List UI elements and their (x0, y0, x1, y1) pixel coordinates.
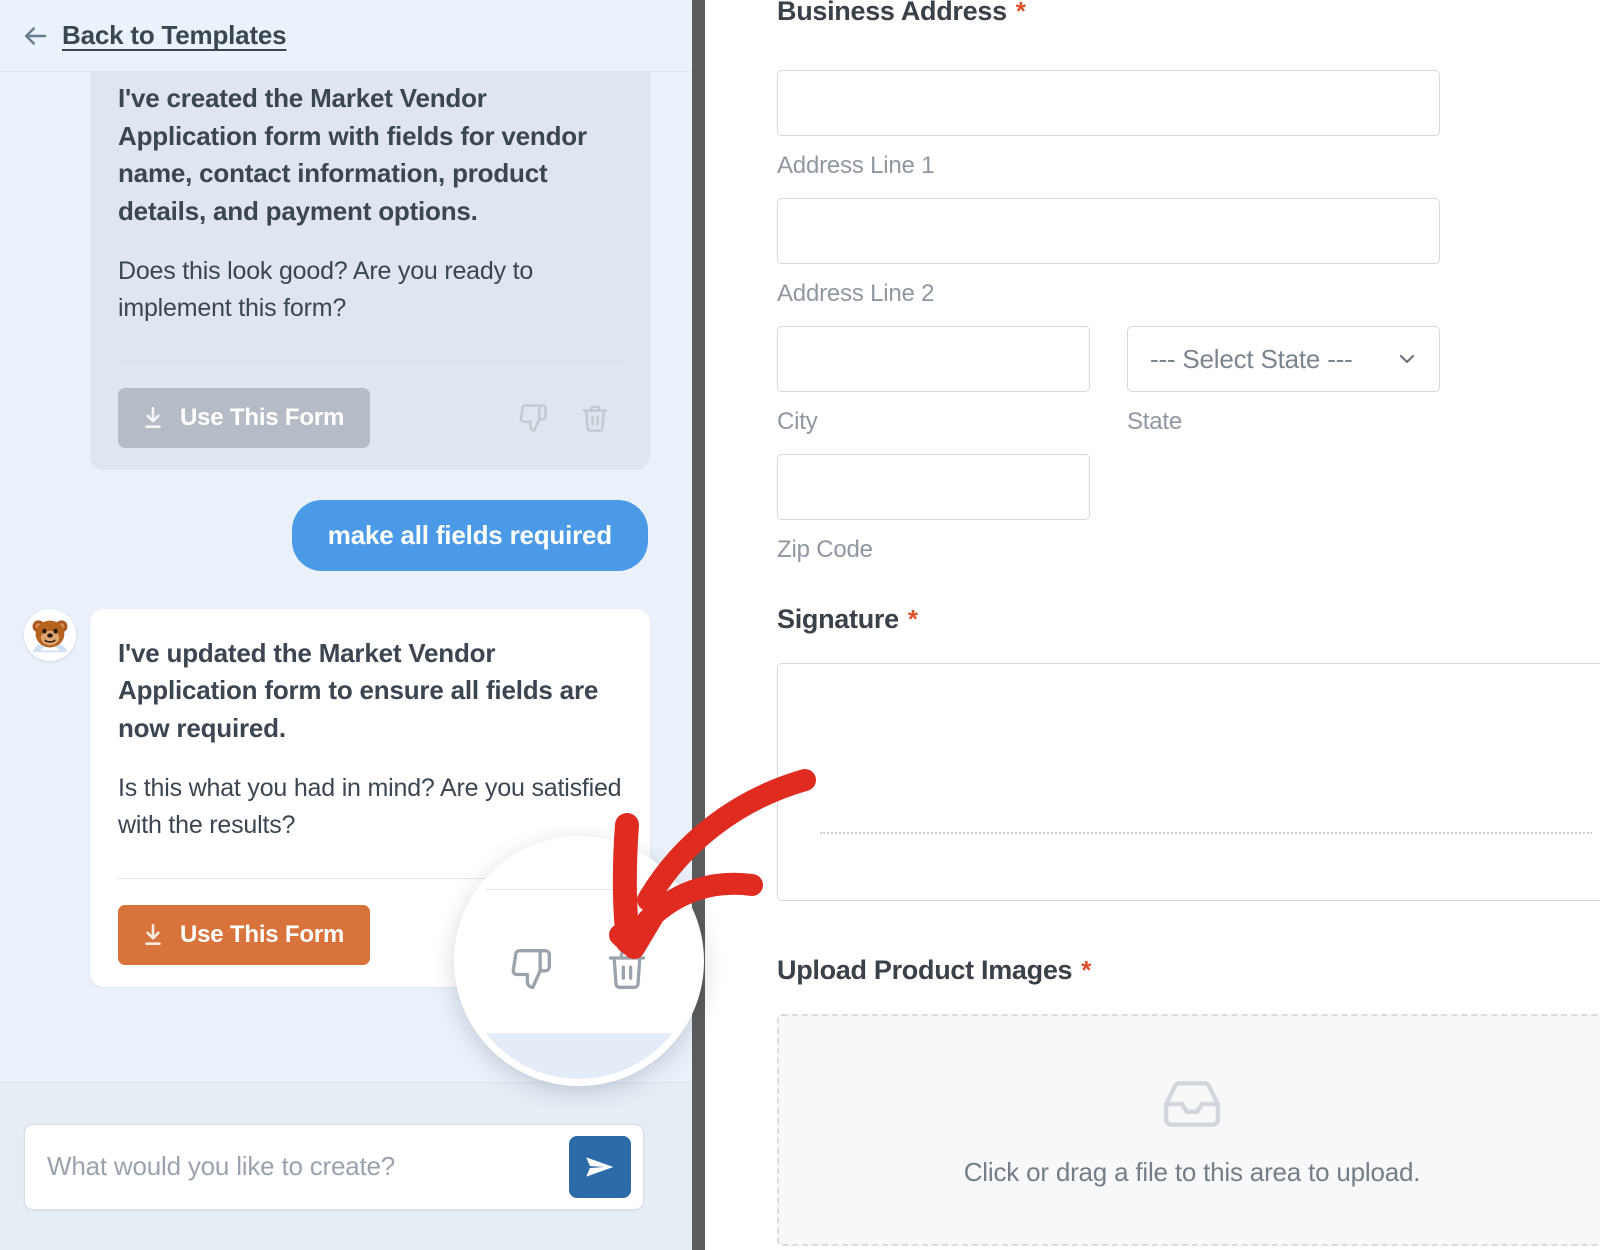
back-to-templates-link[interactable]: Back to Templates (62, 20, 287, 51)
chat-composer (0, 1082, 692, 1250)
field-label-text: Signature (777, 604, 899, 634)
field-label: Signature * (777, 604, 1600, 635)
message-body-text: Does this look good? Are you ready to im… (118, 256, 534, 322)
field-signature: Signature * (777, 604, 1600, 901)
trash-icon[interactable] (605, 947, 649, 991)
state-select-value: --- Select State --- (1150, 343, 1353, 374)
thumbs-down-icon[interactable] (516, 401, 550, 435)
form-preview-panel: Business Address * Address Line 1 Addres… (705, 0, 1600, 1250)
use-this-form-button[interactable]: Use This Form (118, 904, 371, 965)
zip-code-label: Zip Code (777, 536, 873, 563)
zip-code-input[interactable] (777, 454, 1090, 520)
field-upload-product-images: Upload Product Images * Click or drag a … (777, 955, 1600, 1246)
state-select[interactable]: --- Select State --- (1127, 326, 1440, 392)
state-label: State (1127, 408, 1183, 435)
download-icon (140, 922, 166, 948)
magnified-panel-background (461, 1033, 697, 1079)
field-label-text: Upload Product Images (777, 955, 1073, 985)
message-body-text: Is this what you had in mind? Are you sa… (118, 773, 622, 839)
send-icon (583, 1150, 617, 1184)
mascot-bear-icon (32, 620, 68, 652)
user-message-row: make all fields required (0, 499, 692, 571)
divider-line (118, 360, 622, 362)
address-line-1-label: Address Line 1 (777, 152, 935, 179)
city-state-row: City --- Select State --- State (777, 326, 1440, 436)
message-bubble: I've created the Market Vendor Applicati… (90, 72, 650, 470)
city-input[interactable] (777, 326, 1090, 392)
use-this-form-label: Use This Form (180, 403, 345, 431)
city-label: City (777, 408, 818, 435)
field-label-text: Business Address (777, 0, 1007, 26)
message-lead-text: I've created the Market Vendor Applicati… (118, 83, 587, 227)
inbox-icon (1161, 1073, 1223, 1135)
required-asterisk: * (907, 604, 918, 634)
field-label: Upload Product Images * (777, 955, 1600, 986)
avatar (24, 608, 76, 661)
use-this-form-label: Use This Form (180, 920, 345, 948)
use-this-form-button[interactable]: Use This Form (118, 387, 371, 448)
app-root: Back to Templates I've created the Marke… (0, 0, 1600, 1250)
feedback-actions (516, 401, 622, 435)
chevron-down-icon (1395, 347, 1419, 371)
message-lead-text: I've updated the Market Vendor Applicati… (118, 637, 599, 744)
required-asterisk: * (1081, 955, 1092, 985)
magnified-divider-line (461, 889, 697, 890)
dropzone-text: Click or drag a file to this area to upl… (963, 1156, 1421, 1187)
required-asterisk: * (1015, 0, 1026, 26)
chat-input[interactable] (25, 1151, 569, 1182)
signature-baseline (820, 832, 1592, 834)
magnified-feedback-actions (461, 947, 697, 991)
address-line-2-label: Address Line 2 (777, 280, 935, 307)
state-group: --- Select State --- State (1127, 326, 1440, 436)
city-group: City (777, 326, 1090, 436)
address-line-1-input[interactable] (777, 70, 1440, 136)
composer-box (24, 1123, 644, 1210)
download-icon (140, 405, 166, 431)
thumbs-down-icon[interactable] (509, 947, 553, 991)
address-line-2-input[interactable] (777, 198, 1440, 264)
trash-icon[interactable] (578, 401, 612, 435)
signature-canvas[interactable] (777, 663, 1600, 901)
magnifier-content (461, 843, 697, 1079)
send-button[interactable] (569, 1135, 631, 1198)
chat-header: Back to Templates (0, 0, 692, 72)
message-actions: Use This Form (118, 387, 622, 448)
arrow-left-icon (20, 21, 50, 51)
field-business-address: Business Address * Address Line 1 Addres… (777, 0, 1440, 564)
field-label: Business Address * (777, 0, 1440, 27)
file-dropzone[interactable]: Click or drag a file to this area to upl… (777, 1014, 1600, 1246)
user-message-bubble: make all fields required (291, 499, 648, 571)
assistant-message-1: I've created the Market Vendor Applicati… (0, 72, 692, 470)
magnifier-callout (454, 836, 704, 1086)
